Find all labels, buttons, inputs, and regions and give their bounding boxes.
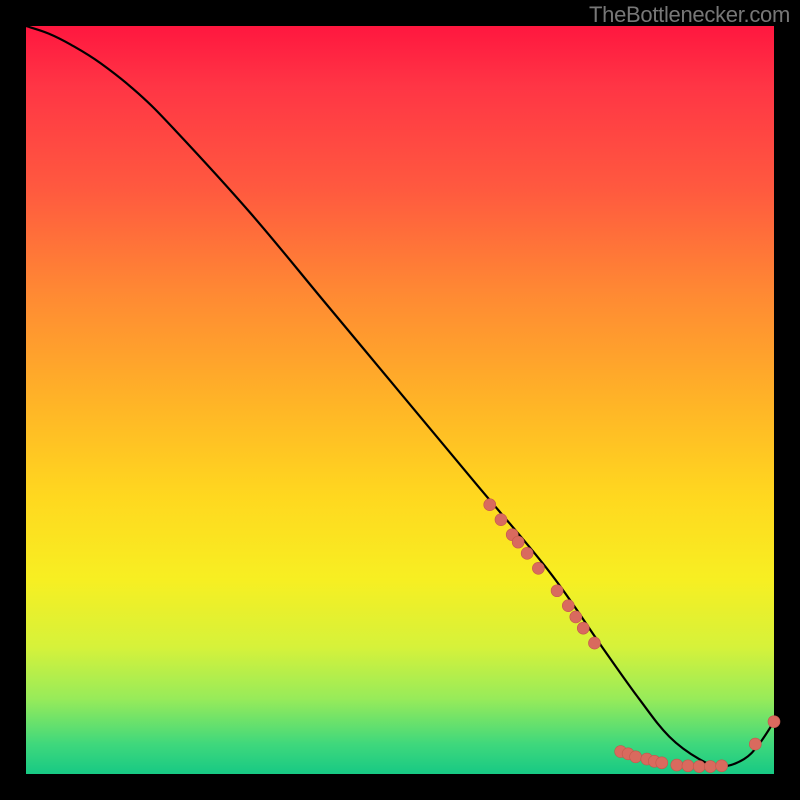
chart-overlay [26, 26, 774, 774]
data-marker [577, 622, 589, 634]
data-markers [484, 499, 780, 773]
data-marker [716, 760, 728, 772]
data-marker [682, 760, 694, 772]
data-marker [630, 751, 642, 763]
chart-frame: TheBottlenecker.com [0, 0, 800, 800]
data-marker [512, 536, 524, 548]
data-marker [588, 637, 600, 649]
data-marker [570, 611, 582, 623]
data-marker [671, 759, 683, 771]
data-marker [495, 514, 507, 526]
data-marker [693, 761, 705, 773]
data-marker [749, 738, 761, 750]
data-marker [521, 547, 533, 559]
data-marker [768, 716, 780, 728]
data-marker [551, 585, 563, 597]
data-marker [484, 499, 496, 511]
bottleneck-curve [26, 26, 774, 767]
data-marker [656, 757, 668, 769]
data-marker [562, 600, 574, 612]
data-marker [532, 562, 544, 574]
attribution-text: TheBottlenecker.com [589, 2, 790, 28]
data-marker [704, 761, 716, 773]
